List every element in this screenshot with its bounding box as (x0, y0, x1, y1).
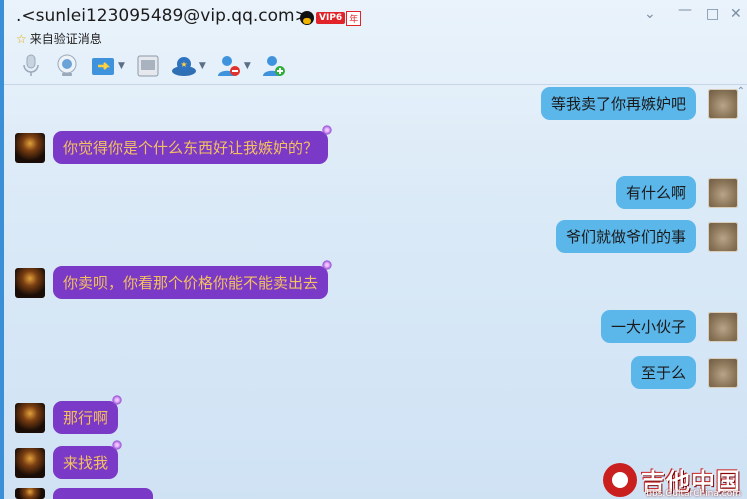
vip-badge[interactable]: VIP6 年 (300, 10, 362, 26)
avatar[interactable] (708, 221, 738, 252)
remote-assist-dropdown[interactable]: ▼ (199, 61, 206, 71)
message-bubble[interactable]: 一大小伙子 (600, 310, 696, 343)
message-incoming: 你卖呗，你看那个价格你能不能卖出去 (15, 260, 333, 299)
guitar-logo-icon (603, 462, 637, 497)
message-bubble[interactable]: 来找我 (53, 440, 123, 479)
message-bubble[interactable]: 你觉得你是个什么东西好让我嫉妒的？ (53, 125, 333, 164)
avatar[interactable] (15, 267, 45, 298)
maximize-icon[interactable]: □ (706, 6, 719, 22)
microphone-icon[interactable] (18, 53, 44, 79)
watermark-url: bbs.GuitarChina.com (646, 489, 741, 499)
message-incoming: 那行啊 (15, 395, 123, 434)
header-divider (4, 84, 747, 85)
avatar[interactable] (708, 357, 738, 388)
message-outgoing: 至于么 (630, 356, 738, 389)
message-bubble[interactable]: 等我卖了你再嫉妒吧 (540, 87, 696, 120)
vip-level: VIP6 (316, 12, 346, 24)
chat-header: .<sunlei123095489@vip.qq.com> VIP6 年 ☆ 来… (4, 0, 747, 84)
message-bubble[interactable]: 那行啊 (53, 395, 123, 434)
message-incoming: 来找我 (15, 440, 123, 479)
star-icon: ☆ (16, 31, 27, 46)
add-contact-icon[interactable] (261, 53, 287, 79)
message-bubble[interactable]: 有什么啊 (615, 176, 696, 209)
remote-assist-icon[interactable]: ★ (171, 53, 197, 79)
message-outgoing: 一大小伙子 (600, 310, 738, 343)
message-bubble-partial (53, 488, 153, 499)
close-icon[interactable]: ✕ (730, 6, 742, 22)
avatar[interactable] (15, 447, 45, 478)
toolbar: ▼ ★ ▼ ▼ (18, 52, 297, 80)
message-outgoing: 等我卖了你再嫉妒吧 (540, 87, 738, 120)
avatar[interactable] (15, 402, 45, 433)
verification-source: ☆ 来自验证消息 (16, 30, 102, 47)
file-transfer-icon[interactable] (90, 53, 116, 79)
message-bubble[interactable]: 至于么 (630, 356, 696, 389)
message-bubble[interactable]: 爷们就做爷们的事 (555, 220, 696, 253)
remove-contact-dropdown[interactable]: ▼ (244, 61, 251, 71)
avatar[interactable] (15, 132, 45, 163)
message-incoming: 你觉得你是个什么东西好让我嫉妒的？ (15, 125, 333, 164)
file-transfer-dropdown[interactable]: ▼ (118, 61, 125, 71)
remove-contact-icon[interactable] (216, 53, 242, 79)
message-outgoing: 爷们就做爷们的事 (555, 220, 738, 253)
message-incoming-partial (15, 488, 153, 499)
chevron-down-icon[interactable]: ⌄ (644, 6, 656, 22)
contact-title[interactable]: .<sunlei123095489@vip.qq.com> (16, 6, 309, 26)
avatar[interactable] (708, 311, 738, 342)
svg-text:★: ★ (180, 60, 187, 69)
avatar[interactable] (15, 488, 45, 499)
minimize-icon[interactable]: — (678, 2, 692, 18)
avatar[interactable] (708, 177, 738, 208)
message-outgoing: 有什么啊 (615, 176, 738, 209)
watermark-logo: 吉他中国 bbs.GuitarChina.com (603, 462, 741, 499)
qq-penguin-icon (300, 11, 314, 25)
camera-icon[interactable] (54, 53, 80, 79)
screen-share-icon[interactable] (135, 53, 161, 79)
avatar[interactable] (708, 88, 738, 119)
message-bubble[interactable]: 你卖呗，你看那个价格你能不能卖出去 (53, 260, 333, 299)
vip-years: 年 (346, 10, 362, 26)
verification-source-label: 来自验证消息 (29, 32, 102, 46)
